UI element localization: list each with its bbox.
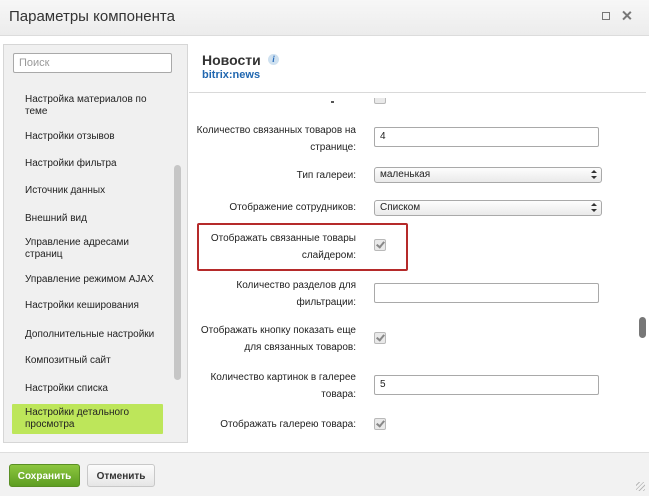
cancel-button[interactable]: Отменить xyxy=(87,464,155,487)
field-label-gallery-type: Тип галереи: xyxy=(296,170,356,181)
header-divider xyxy=(189,92,646,93)
resize-grip-icon[interactable] xyxy=(636,482,645,491)
employees-display-select[interactable]: Списком xyxy=(374,200,602,216)
field-label-show-more: Отображать кнопку показать еще для связа… xyxy=(200,325,356,353)
field-label-related-count: Количество связанных товаров на странице… xyxy=(196,125,356,153)
show-gallery-checkbox[interactable] xyxy=(374,418,386,430)
maximize-icon[interactable] xyxy=(601,11,611,21)
field-label-related-slider: Отображать связанные товары слайдером: xyxy=(210,233,356,261)
gallery-type-select[interactable]: маленькая xyxy=(374,167,602,183)
related-count-input[interactable]: 4 xyxy=(374,127,599,147)
select-arrows-icon xyxy=(591,170,597,180)
dialog-titlebar[interactable]: Параметры компонента xyxy=(0,0,649,36)
cut-off-label-fragment xyxy=(331,101,334,103)
gallery-images-input[interactable]: 5 xyxy=(374,375,599,395)
sidebar-item-appearance[interactable]: Внешний вид xyxy=(12,213,162,225)
gallery-type-value: маленькая xyxy=(380,169,431,180)
field-label-gallery-images: Количество картинок в галерее товара: xyxy=(210,372,356,400)
save-button[interactable]: Сохранить xyxy=(9,464,80,487)
sidebar-item-detail-view[interactable]: Настройки детального просмотра xyxy=(12,404,163,434)
sidebar-item-filter[interactable]: Настройки фильтра xyxy=(12,158,162,170)
component-title: Новости xyxy=(202,52,261,68)
cut-off-checkbox[interactable] xyxy=(374,98,386,104)
sidebar-item-ajax-mode[interactable]: Управление режимом AJAX xyxy=(12,274,162,286)
info-icon[interactable]: i xyxy=(268,54,279,65)
field-label-filter-sections: Количество разделов для фильтрации: xyxy=(236,280,356,308)
dialog-title: Параметры компонента xyxy=(9,8,175,25)
sidebar-item-reviews[interactable]: Настройки отзывов xyxy=(12,131,162,143)
field-label-employees-display: Отображение сотрудников: xyxy=(229,202,356,213)
settings-sidebar: Настройка материалов по теме Настройки о… xyxy=(3,44,188,443)
sidebar-item-page-addresses[interactable]: Управление адресами страниц xyxy=(12,237,162,261)
sidebar-item-caching[interactable]: Настройки кеширования xyxy=(12,300,162,312)
sidebar-scrollbar[interactable] xyxy=(174,165,181,380)
sidebar-item-related-materials[interactable]: Настройка материалов по теме xyxy=(12,94,162,118)
sidebar-nav-list: Настройка материалов по теме Настройки о… xyxy=(12,89,172,441)
sidebar-item-composite-site[interactable]: Композитный сайт xyxy=(12,355,162,367)
filter-sections-input[interactable] xyxy=(374,283,599,303)
employees-display-value: Списком xyxy=(380,202,421,213)
show-more-checkbox[interactable] xyxy=(374,332,386,344)
component-code: bitrix:news xyxy=(202,69,261,81)
related-slider-checkbox[interactable] xyxy=(374,239,386,251)
search-input[interactable] xyxy=(13,53,172,73)
select-arrows-icon xyxy=(591,203,597,213)
sidebar-item-list-settings[interactable]: Настройки списка xyxy=(12,383,162,395)
field-label-show-gallery: Отображать галерею товара: xyxy=(220,419,356,430)
sidebar-item-additional[interactable]: Дополнительные настройки xyxy=(12,329,162,341)
close-icon[interactable] xyxy=(622,11,632,21)
sidebar-item-data-source[interactable]: Источник данных xyxy=(12,185,162,197)
component-parameters-dialog: Параметры компонента Настройка материало… xyxy=(0,0,649,496)
content-scrollbar[interactable] xyxy=(639,317,646,338)
